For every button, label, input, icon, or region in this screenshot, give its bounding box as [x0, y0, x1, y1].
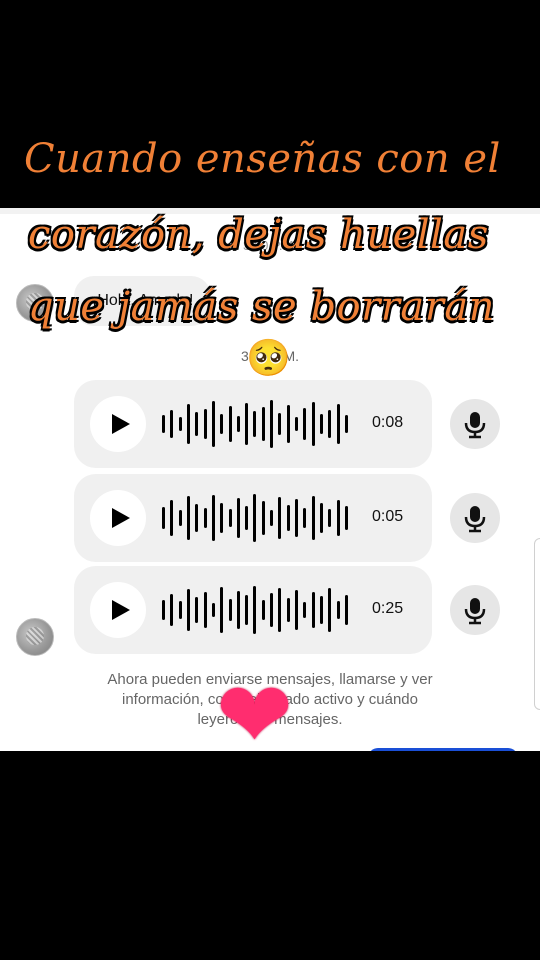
heart-icon: ❤ [216, 665, 294, 767]
microphone-icon [464, 506, 486, 533]
pleading-face-icon: 🥺 [246, 337, 291, 378]
microphone-button[interactable] [450, 399, 500, 449]
play-button[interactable] [90, 490, 146, 546]
caption-line-2: corazón, dejas huellas [28, 212, 489, 258]
avatar[interactable] [16, 618, 54, 656]
audio-message[interactable]: 0:25 [74, 566, 432, 654]
audio-duration: 0:08 [372, 414, 404, 431]
audio-duration: 0:05 [372, 508, 404, 525]
audio-message[interactable]: 0:08 [74, 380, 432, 468]
audio-duration: 0:25 [372, 600, 404, 617]
waveform [162, 494, 348, 542]
microphone-icon [464, 412, 486, 439]
play-button[interactable] [90, 396, 146, 452]
microphone-icon [464, 598, 486, 625]
waveform [162, 400, 348, 448]
audio-message[interactable]: 0:05 [74, 474, 432, 562]
action-button[interactable] [368, 748, 518, 751]
play-button[interactable] [90, 582, 146, 638]
caption-line-3: que jamás se borrarán [28, 284, 495, 330]
side-handle[interactable] [534, 538, 540, 710]
microphone-button[interactable] [450, 585, 500, 635]
waveform [162, 586, 348, 634]
microphone-button[interactable] [450, 493, 500, 543]
caption-line-1: Cuando enseñas con el [24, 136, 501, 182]
